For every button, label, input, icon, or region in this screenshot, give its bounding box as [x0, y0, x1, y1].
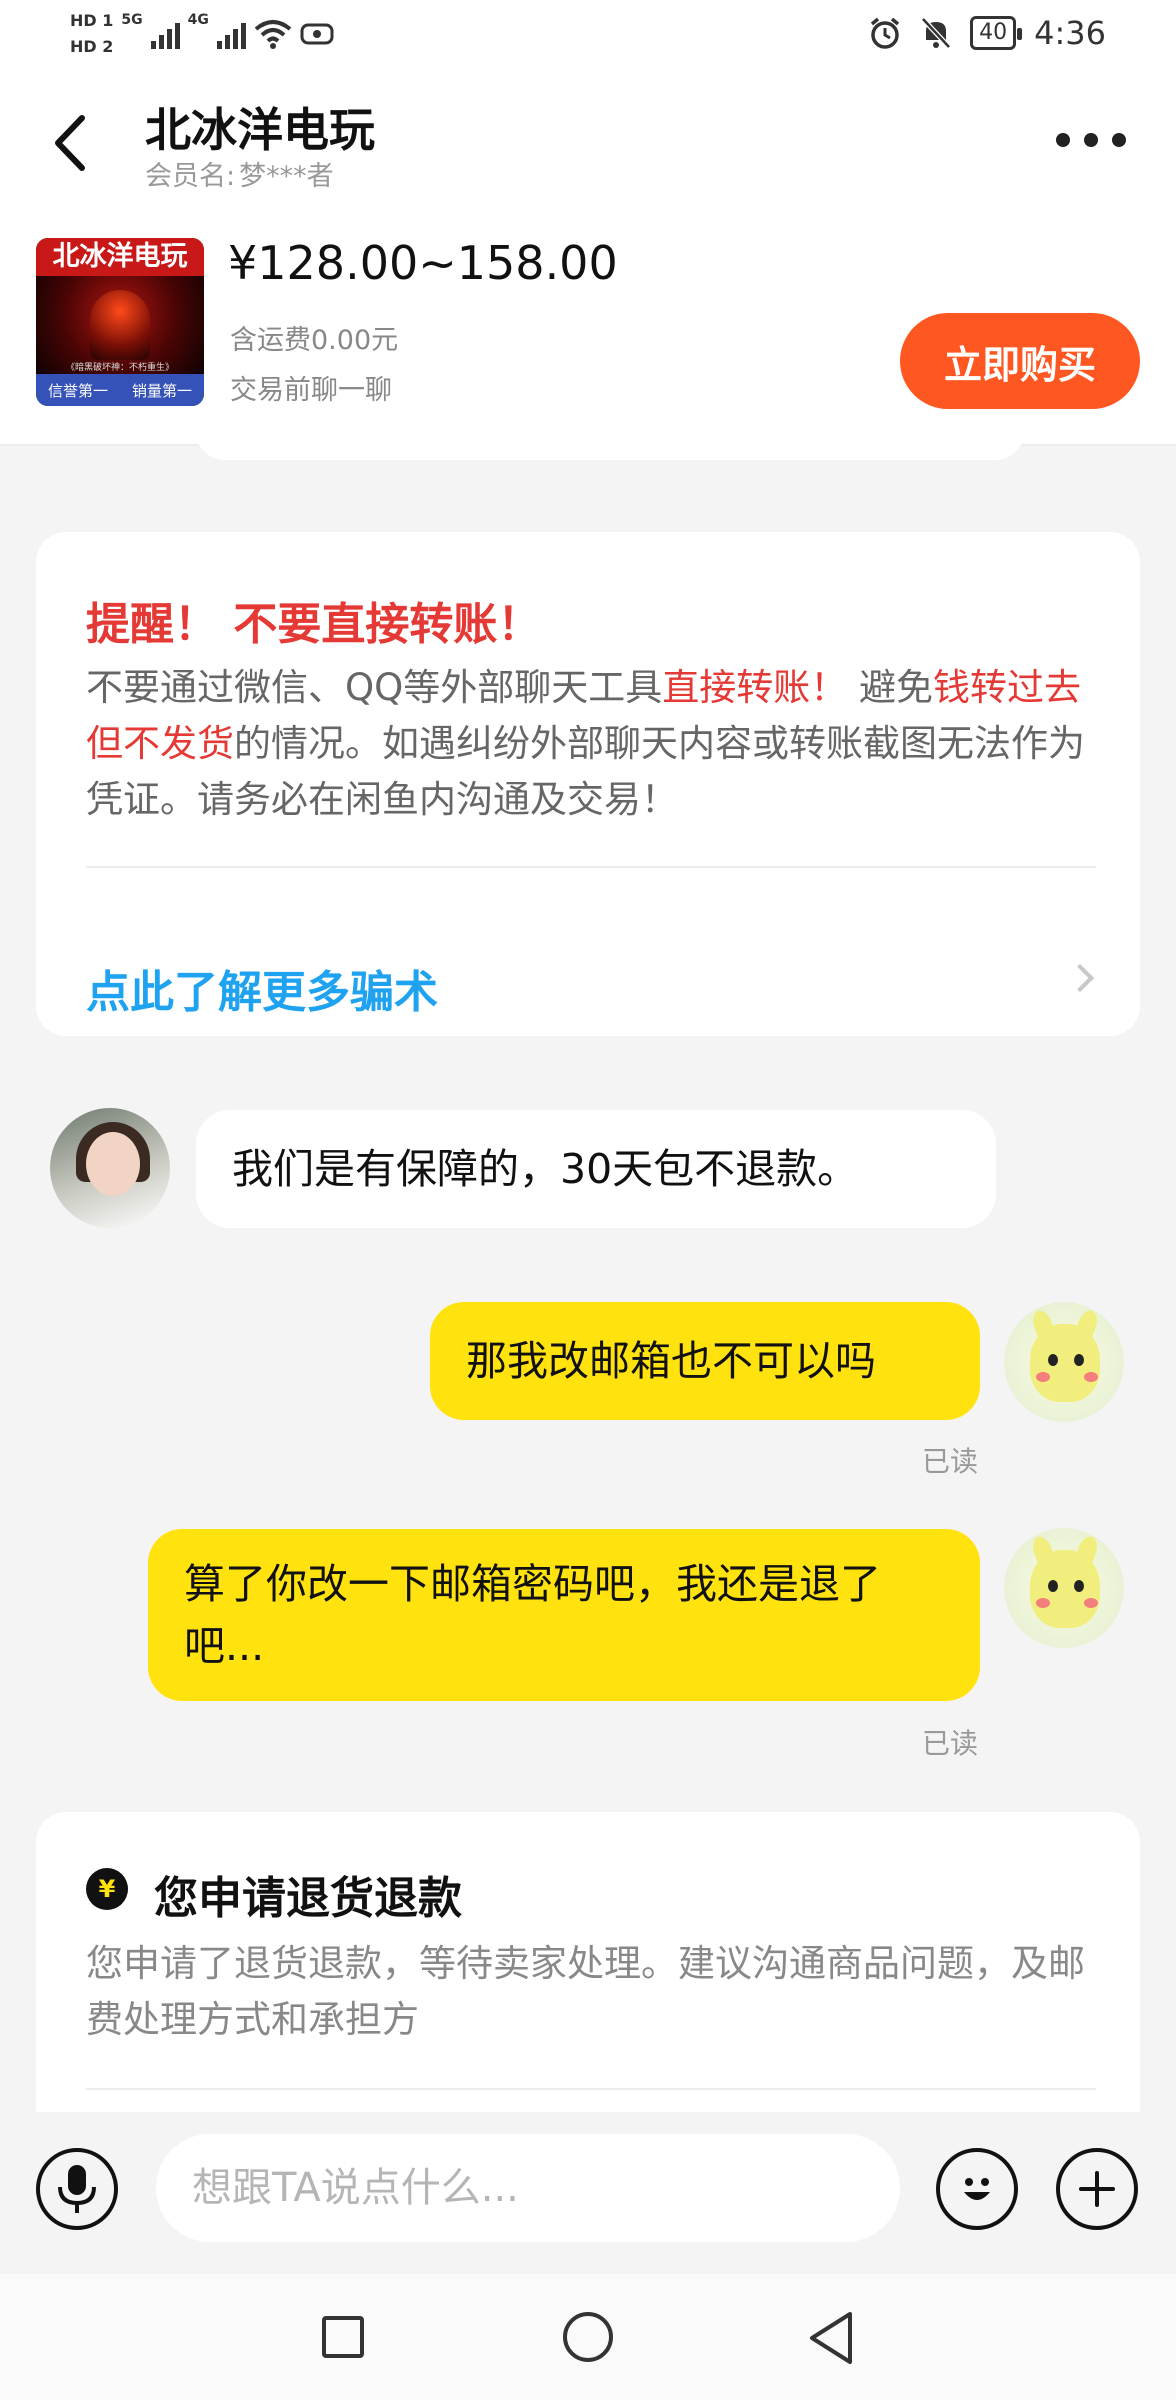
thumb-badge-right: 销量第一 — [131, 381, 192, 400]
learn-scams-link-row[interactable]: 点此了解更多骗术 — [36, 868, 1140, 1036]
microphone-icon — [58, 2165, 96, 2213]
back-arrow-icon — [55, 115, 85, 171]
shop-title[interactable]: 北冰洋电玩 — [145, 94, 375, 160]
signal-icon — [150, 19, 180, 49]
member-info: 会员名: 梦***者 — [145, 154, 334, 193]
emoji-icon — [964, 2178, 990, 2200]
product-thumbnail[interactable]: 北冰洋电玩 《暗黑破坏神：不朽重生》 信誉第一 销量第一 — [36, 238, 204, 406]
learn-scams-link[interactable]: 点此了解更多骗术 — [86, 956, 438, 1020]
warning-title: 提醒！ 不要直接转账！ — [86, 599, 542, 650]
refund-status-card[interactable]: ¥ 您申请退货退款 您申请了退货退款，等待卖家处理。建议沟通商品问题，及邮费处理… — [36, 1812, 1140, 2112]
emoji-button[interactable] — [936, 2148, 1018, 2230]
warning-body: 不要通过微信、QQ等外部聊天工具直接转账！ 避免钱转过去但不发货的情况。如遇纠纷… — [86, 660, 1096, 828]
thumb-badges: 信誉第一 销量第一 — [36, 374, 204, 406]
buy-now-button[interactable]: 立即购买 — [900, 313, 1140, 409]
clock: 4:36 — [1034, 14, 1106, 52]
member-label: 会员名: — [145, 161, 236, 192]
nav-back-icon[interactable] — [806, 2310, 856, 2366]
member-name: 梦***者 — [239, 161, 334, 192]
more-dots-icon — [1056, 133, 1070, 147]
back-button[interactable] — [40, 108, 100, 178]
yuan-coin-icon: ¥ — [86, 1868, 128, 1910]
plus-icon — [1079, 2171, 1115, 2207]
warning-text-3: 的情况。如遇纠纷外部聊天内容或转账截图无法作为凭证。请务必在闲鱼内沟通及交易！ — [86, 722, 1085, 821]
message-bubble[interactable]: 我们是有保障的，30天包不退款。 — [196, 1110, 996, 1228]
status-right: 40 4:36 — [868, 14, 1106, 52]
read-status: 已读 — [922, 1445, 979, 1478]
message-bubble[interactable]: 那我改邮箱也不可以吗 — [430, 1302, 980, 1420]
thumb-badge-left: 信誉第一 — [47, 381, 108, 400]
battery-icon: 40 — [970, 16, 1023, 50]
product-price: ¥128.00~158.00 — [228, 236, 618, 290]
message-input[interactable] — [156, 2134, 900, 2242]
message-bubble[interactable]: 算了你改一下邮箱密码吧，我还是退了吧... — [148, 1529, 980, 1701]
status-bar: HD 1 HD 2 5G 4G 40 4:36 — [0, 0, 1176, 72]
read-status: 已读 — [922, 1727, 979, 1760]
mute-bell-icon — [921, 17, 951, 49]
system-nav-bar — [0, 2274, 1176, 2400]
warning-text-1: 不要通过微信、QQ等外部聊天工具 — [86, 666, 663, 709]
input-bar — [0, 2112, 1176, 2274]
my-avatar[interactable] — [1004, 1528, 1124, 1648]
recent-apps-button[interactable] — [322, 2316, 364, 2358]
previous-card-edge — [195, 430, 1025, 460]
seller-avatar[interactable] — [50, 1108, 170, 1228]
hd-indicator: HD 1 HD 2 — [70, 8, 113, 60]
carrier-logo-icon — [300, 23, 334, 45]
warning-text-2: 避免 — [847, 666, 934, 709]
alarm-icon — [871, 17, 900, 49]
voice-button[interactable] — [36, 2148, 118, 2230]
hd1-label: HD 1 — [70, 11, 114, 30]
more-actions-button[interactable] — [1056, 2148, 1138, 2230]
net2-label: 4G — [187, 12, 209, 28]
hd2-label: HD 2 — [70, 37, 114, 56]
divider — [86, 2088, 1096, 2090]
scam-warning-card: 提醒！ 不要直接转账！ 不要通过微信、QQ等外部聊天工具直接转账！ 避免钱转过去… — [36, 532, 1140, 1036]
refund-body: 您申请了退货退款，等待卖家处理。建议沟通商品问题，及邮费处理方式和承担方 — [86, 1942, 1085, 2041]
home-button[interactable] — [563, 2312, 613, 2362]
thumb-figure — [90, 290, 150, 360]
more-button[interactable] — [1056, 120, 1126, 160]
wifi-icon — [254, 20, 292, 49]
signal-icon-2 — [216, 19, 246, 49]
chat-header: 北冰洋电玩 会员名: 梦***者 — [0, 80, 1176, 200]
net1-label: 5G — [121, 12, 143, 28]
status-left: HD 1 HD 2 5G 4G — [70, 8, 334, 60]
shipping-fee: 含运费0.00元 — [230, 325, 399, 356]
chevron-right-icon — [1065, 963, 1095, 993]
chat-first-note: 交易前聊一聊 — [230, 375, 392, 406]
my-avatar[interactable] — [1004, 1302, 1124, 1422]
thumb-title: 北冰洋电玩 — [36, 238, 204, 276]
thumb-caption: 《暗黑破坏神：不朽重生》 — [65, 363, 174, 373]
refund-title: 您申请退货退款 — [154, 1873, 462, 1924]
warning-highlight-1: 直接转账！ — [662, 666, 848, 709]
